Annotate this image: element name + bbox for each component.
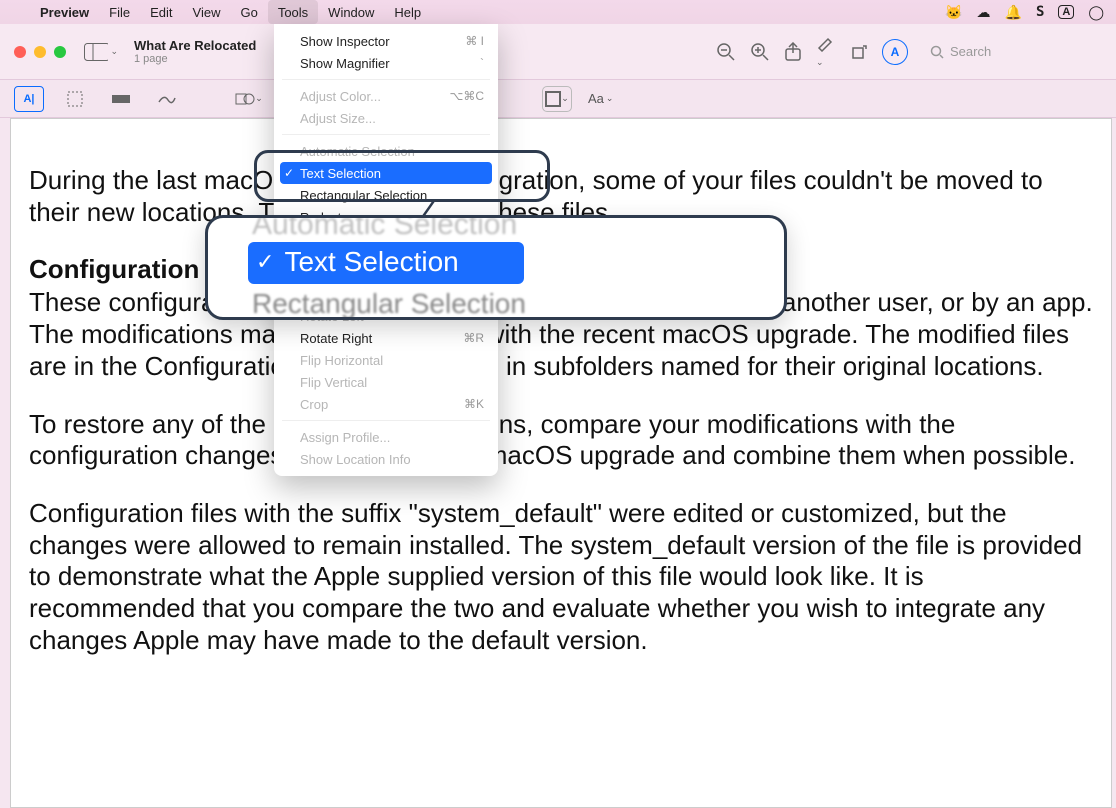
a-box-icon[interactable]: A: [1058, 5, 1074, 19]
zoom-in-button[interactable]: [750, 42, 770, 62]
menu-flip-horizontal: Flip Horizontal: [274, 349, 498, 371]
text-style-tool[interactable]: Aa⌄: [588, 91, 613, 106]
sketch-icon: [158, 92, 176, 106]
rect-select-tool[interactable]: [60, 86, 90, 112]
menu-show-inspector[interactable]: Show Inspector⌘ I: [274, 30, 498, 52]
menu-go[interactable]: Go: [230, 0, 267, 24]
rect-select-icon: [67, 91, 83, 107]
window-toolbar: ⌄ What Are Relocated 1 page ⌄ A Search: [0, 24, 1116, 80]
cat-icon[interactable]: 🐱: [945, 4, 962, 21]
menu-show-location: Show Location Info: [274, 448, 498, 470]
menu-edit[interactable]: Edit: [140, 0, 182, 24]
menubar: Preview File Edit View Go Tools Window H…: [0, 0, 1116, 24]
sidebar-toggle-button[interactable]: ⌄: [84, 37, 118, 67]
menu-adjust-size: Adjust Size...: [274, 107, 498, 129]
search-field[interactable]: Search: [922, 40, 1102, 63]
rotate-button[interactable]: [850, 43, 868, 61]
check-icon: ✓: [256, 249, 274, 275]
zoom-in-icon: [750, 42, 770, 62]
wechat-icon[interactable]: ☁: [977, 4, 991, 21]
sketch-tool[interactable]: [152, 86, 182, 112]
document-subtitle: 1 page: [134, 53, 256, 65]
app-name-menu[interactable]: Preview: [30, 0, 99, 24]
search-placeholder: Search: [950, 44, 991, 59]
doc-paragraph-3: To restore any of the custom configurati…: [29, 409, 1093, 472]
border-color-tool[interactable]: ⌄: [542, 86, 572, 112]
document-title: What Are Relocated: [134, 38, 256, 53]
zoom-out-icon: [716, 42, 736, 62]
menu-separator: [282, 134, 490, 135]
menu-text-selection[interactable]: ✓Text Selection: [280, 162, 492, 184]
menu-automatic-selection: Automatic Selection: [274, 140, 498, 162]
border-color-icon: [545, 91, 561, 107]
shapes-icon: [235, 91, 255, 107]
annotation-zoom-callout: Automatic Selection ✓ Text Selection Rec…: [205, 215, 787, 320]
share-button[interactable]: [784, 42, 802, 62]
redact-icon: [112, 92, 130, 106]
check-icon: ✓: [284, 166, 294, 180]
menu-file[interactable]: File: [99, 0, 140, 24]
window-controls: [14, 46, 66, 58]
markup-icon: A: [891, 45, 900, 59]
highlight-button[interactable]: ⌄: [816, 34, 836, 70]
bell-icon[interactable]: 🔔: [1005, 4, 1022, 21]
menu-separator: [282, 420, 490, 421]
menu-separator: [282, 79, 490, 80]
search-icon: [930, 45, 944, 59]
zoom-selected-item: ✓ Text Selection: [248, 242, 524, 284]
text-select-tool[interactable]: A|: [14, 86, 44, 112]
minimize-window-button[interactable]: [34, 46, 46, 58]
menu-help[interactable]: Help: [384, 0, 431, 24]
shapes-tool[interactable]: ⌄: [234, 86, 264, 112]
menubar-right: 🐱 ☁ 🔔 S A ◯: [945, 4, 1104, 21]
menu-adjust-color: Adjust Color...⌥⌘C: [274, 85, 498, 107]
menu-rectangular-selection[interactable]: Rectangular Selection: [274, 184, 498, 206]
menu-show-magnifier[interactable]: Show Magnifier`: [274, 52, 498, 74]
menu-crop: Crop⌘K: [274, 393, 498, 415]
zoom-window-button[interactable]: [54, 46, 66, 58]
menu-flip-vertical: Flip Vertical: [274, 371, 498, 393]
markup-toolbar: A| ⌄ A ⌄ Aa⌄: [0, 80, 1116, 118]
menu-tools[interactable]: Tools: [268, 0, 318, 24]
sidebar-icon: [84, 43, 108, 61]
s-icon[interactable]: S: [1036, 4, 1044, 20]
document-title-area: What Are Relocated 1 page: [134, 38, 256, 65]
menu-view[interactable]: View: [183, 0, 231, 24]
share-icon: [784, 42, 802, 62]
rotate-icon: [850, 43, 868, 61]
highlighter-icon: [816, 34, 836, 52]
zoom-out-button[interactable]: [716, 42, 736, 62]
doc-paragraph-4: Configuration files with the suffix "sys…: [29, 498, 1093, 657]
markup-button[interactable]: A: [882, 39, 908, 65]
zoom-prev-item: Automatic Selection: [252, 215, 784, 240]
zoom-next-item: Rectangular Selection: [252, 288, 784, 320]
user-icon[interactable]: ◯: [1088, 4, 1104, 21]
menu-assign-profile: Assign Profile...: [274, 426, 498, 448]
close-window-button[interactable]: [14, 46, 26, 58]
redact-tool[interactable]: [106, 86, 136, 112]
menu-window[interactable]: Window: [318, 0, 384, 24]
menu-rotate-right[interactable]: Rotate Right⌘R: [274, 327, 498, 349]
